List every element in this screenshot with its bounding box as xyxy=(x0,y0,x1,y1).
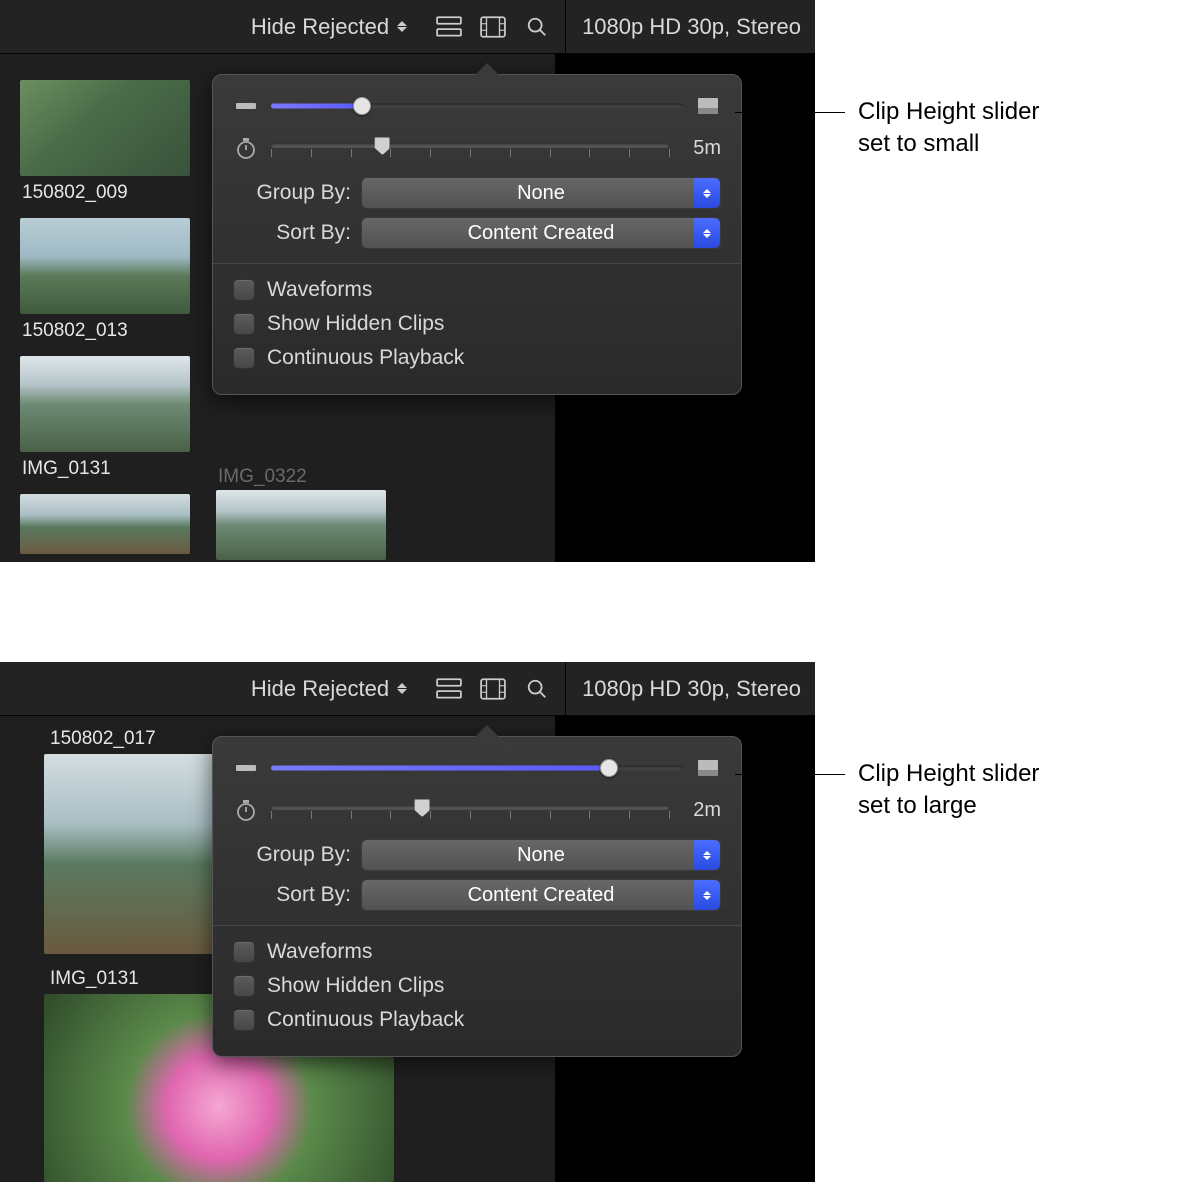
show-hidden-label: Show Hidden Clips xyxy=(267,974,444,998)
select-stepper-icon xyxy=(694,178,720,208)
screenshot-large: Hide Rejected 1080p HD 30p, Stereo 15080… xyxy=(0,662,815,1182)
group-by-value: None xyxy=(517,844,565,867)
duration-slider[interactable] xyxy=(271,133,669,163)
group-by-label: Group By: xyxy=(233,181,351,205)
clip-height-row xyxy=(233,755,721,781)
clip-filter-popup[interactable]: Hide Rejected xyxy=(243,672,415,706)
screenshot-small: Hide Rejected 1080p HD 30p, Stereo 15080… xyxy=(0,0,815,562)
waveforms-row: Waveforms xyxy=(233,278,721,302)
callout-leader-line xyxy=(735,112,845,113)
group-by-select[interactable]: None xyxy=(361,839,721,871)
clip-appearance-button[interactable] xyxy=(471,669,515,709)
waveforms-checkbox[interactable] xyxy=(233,279,255,301)
large-clip-icon xyxy=(695,93,721,119)
clip-name: IMG_0131 xyxy=(50,968,139,990)
search-button[interactable] xyxy=(515,669,559,709)
search-button[interactable] xyxy=(515,7,559,47)
clip-appearance-popover: 2m Group By: None Sort By: Content Creat… xyxy=(212,736,742,1057)
sort-by-row: Sort By: Content Created xyxy=(233,879,721,911)
continuous-playback-label: Continuous Playback xyxy=(267,346,464,370)
project-format-label: 1080p HD 30p, Stereo xyxy=(572,676,815,702)
sort-by-value: Content Created xyxy=(468,222,615,245)
continuous-playback-row: Continuous Playback xyxy=(233,1008,721,1032)
continuous-playback-checkbox[interactable] xyxy=(233,1009,255,1031)
large-clip-icon xyxy=(695,755,721,781)
small-clip-icon xyxy=(233,93,259,119)
sort-by-select[interactable]: Content Created xyxy=(361,217,721,249)
list-view-button[interactable] xyxy=(427,669,471,709)
clip-filter-label: Hide Rejected xyxy=(251,676,389,702)
group-by-row: Group By: None xyxy=(233,839,721,871)
clip-thumbnail[interactable] xyxy=(20,218,190,314)
clip-thumbnail[interactable] xyxy=(20,80,190,176)
popover-tail xyxy=(475,63,499,75)
stopwatch-icon xyxy=(233,797,259,823)
continuous-playback-checkbox[interactable] xyxy=(233,347,255,369)
clip-name: 150802_009 xyxy=(22,182,195,204)
chevron-updown-icon xyxy=(397,21,407,32)
clip-thumbnail[interactable] xyxy=(216,490,386,560)
select-stepper-icon xyxy=(694,880,720,910)
sort-by-row: Sort By: Content Created xyxy=(233,217,721,249)
duration-row: 5m xyxy=(233,133,721,163)
list-view-button[interactable] xyxy=(427,7,471,47)
project-format-label: 1080p HD 30p, Stereo xyxy=(572,14,815,40)
waveforms-label: Waveforms xyxy=(267,278,372,302)
toolbar-separator xyxy=(565,662,566,716)
sort-by-label: Sort By: xyxy=(233,883,351,907)
duration-row: 2m xyxy=(233,795,721,825)
select-stepper-icon xyxy=(694,218,720,248)
duration-value: 2m xyxy=(681,799,721,822)
duration-slider[interactable] xyxy=(271,795,669,825)
clip-name-obscured: IMG_0322 xyxy=(218,466,307,488)
waveforms-checkbox[interactable] xyxy=(233,941,255,963)
divider xyxy=(213,263,741,264)
group-by-label: Group By: xyxy=(233,843,351,867)
clip-thumbnail-column: 150802_009 150802_013 IMG_0131 xyxy=(20,80,195,558)
show-hidden-row: Show Hidden Clips xyxy=(233,974,721,998)
clip-name: 150802_013 xyxy=(22,320,195,342)
show-hidden-checkbox[interactable] xyxy=(233,975,255,997)
clip-appearance-popover: 5m Group By: None Sort By: Content Creat… xyxy=(212,74,742,395)
clip-filter-label: Hide Rejected xyxy=(251,14,389,40)
waveforms-label: Waveforms xyxy=(267,940,372,964)
clip-filter-popup[interactable]: Hide Rejected xyxy=(243,10,415,44)
sort-by-value: Content Created xyxy=(468,884,615,907)
clip-name: 150802_017 xyxy=(50,728,156,750)
clip-appearance-button[interactable] xyxy=(471,7,515,47)
stopwatch-icon xyxy=(233,135,259,161)
continuous-playback-row: Continuous Playback xyxy=(233,346,721,370)
callout-leader-line xyxy=(735,774,845,775)
group-by-select[interactable]: None xyxy=(361,177,721,209)
select-stepper-icon xyxy=(694,840,720,870)
divider xyxy=(213,925,741,926)
callout-large: Clip Height slider set to large xyxy=(858,758,1039,823)
popover-tail xyxy=(475,725,499,737)
duration-value: 5m xyxy=(681,137,721,160)
clip-height-slider[interactable] xyxy=(271,758,683,778)
group-by-row: Group By: None xyxy=(233,177,721,209)
continuous-playback-label: Continuous Playback xyxy=(267,1008,464,1032)
clip-thumbnail[interactable] xyxy=(20,356,190,452)
show-hidden-label: Show Hidden Clips xyxy=(267,312,444,336)
browser-toolbar: Hide Rejected 1080p HD 30p, Stereo xyxy=(0,662,815,716)
chevron-updown-icon xyxy=(397,683,407,694)
clip-thumbnail[interactable] xyxy=(20,494,190,554)
callout-small: Clip Height slider set to small xyxy=(858,96,1039,161)
small-clip-icon xyxy=(233,755,259,781)
toolbar-separator xyxy=(565,0,566,54)
group-by-value: None xyxy=(517,182,565,205)
clip-height-row xyxy=(233,93,721,119)
sort-by-select[interactable]: Content Created xyxy=(361,879,721,911)
browser-toolbar: Hide Rejected 1080p HD 30p, Stereo xyxy=(0,0,815,54)
clip-name: IMG_0131 xyxy=(22,458,195,480)
show-hidden-checkbox[interactable] xyxy=(233,313,255,335)
sort-by-label: Sort By: xyxy=(233,221,351,245)
show-hidden-row: Show Hidden Clips xyxy=(233,312,721,336)
clip-height-slider[interactable] xyxy=(271,96,683,116)
waveforms-row: Waveforms xyxy=(233,940,721,964)
